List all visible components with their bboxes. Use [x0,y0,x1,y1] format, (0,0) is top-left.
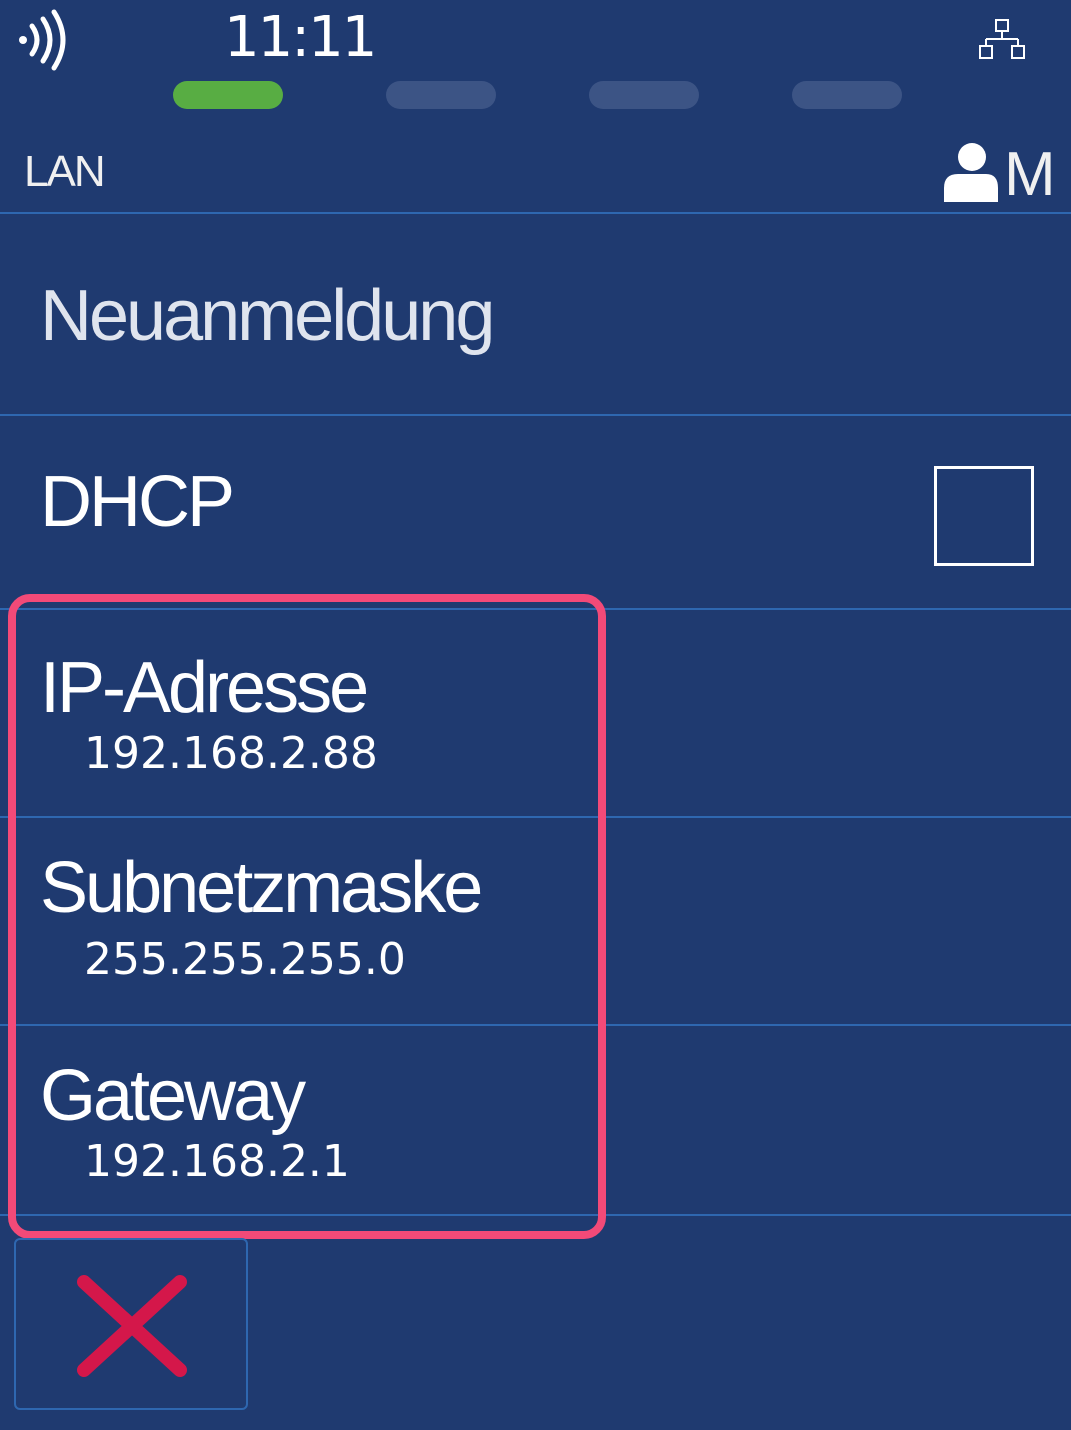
progress-step-3 [589,81,699,109]
highlight-frame [8,594,606,1239]
progress-step-2 [386,81,496,109]
menu-item-new-login[interactable]: Neuanmeldung [0,214,1071,414]
cancel-button[interactable] [14,1238,248,1410]
menu-item-label: DHCP [40,462,235,542]
contactless-icon [14,6,76,72]
dhcp-checkbox[interactable] [934,466,1034,566]
close-icon [77,1275,187,1377]
progress-step-4 [792,81,902,109]
progress-step-1 [173,81,283,109]
user-icon [942,140,1000,204]
menu-item-dhcp[interactable]: DHCP [0,416,1071,608]
screen-title: LAN [24,147,106,196]
network-icon [975,18,1029,64]
status-time: 11:11 [224,5,377,70]
user-level: M [1004,140,1056,209]
menu-item-label: Neuanmeldung [40,276,495,356]
